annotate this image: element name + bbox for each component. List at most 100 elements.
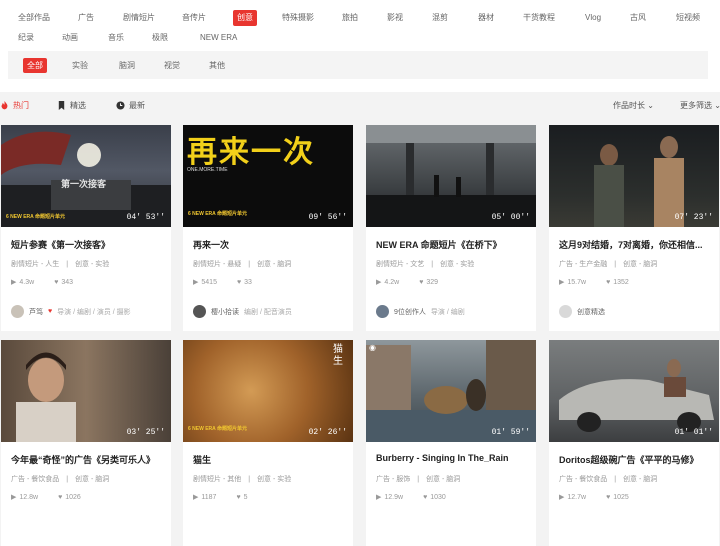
video-card[interactable]: 第一次接客 6 NEW ERA 命题短片单元 04' 53'' 短片参赛《第一次… <box>1 125 171 331</box>
category-music[interactable]: 音乐 <box>104 30 128 46</box>
video-author[interactable]: 创意精选 <box>559 305 719 318</box>
video-tags: 剧情短片 - 文艺 | 创意 - 实验 <box>376 261 475 268</box>
avatar[interactable] <box>11 305 24 318</box>
category-ancient[interactable]: 古风 <box>626 10 650 26</box>
more-filters-dropdown[interactable]: 更多筛选 ⌄ <box>680 100 720 111</box>
avatar[interactable] <box>376 305 389 318</box>
video-author[interactable]: 芦笃 ♥ 导演 / 编剧 / 演员 / 摄影 <box>11 305 171 318</box>
duration-dropdown[interactable]: 作品时长 ⌄ <box>613 100 654 111</box>
play-icon: ▶ <box>11 279 17 286</box>
avatar[interactable] <box>559 305 572 318</box>
video-card[interactable]: 05' 00'' NEW ERA 命题短片《在桥下》 剧情短片 - 文艺 | 创… <box>366 125 536 331</box>
play-icon: ▶ <box>376 279 382 286</box>
thumbnail-scene <box>594 136 684 227</box>
category-remix[interactable]: 混剪 <box>428 10 452 26</box>
video-card[interactable]: 再来一次 ONE.MORE.TIME 6 NEW ERA 命题短片单元 09' … <box>183 125 353 331</box>
video-duration: 07' 23'' <box>674 213 713 222</box>
video-stats: ▶ 15.7w ♥ 1352 <box>559 278 629 287</box>
category-film[interactable]: 影视 <box>383 10 407 26</box>
category-promo[interactable]: 音传片 <box>178 10 210 26</box>
subcategory-visual[interactable]: 视觉 <box>160 58 184 73</box>
video-author[interactable]: 9位创作人 导演 / 编剧 <box>376 305 536 318</box>
author-name[interactable]: 9位创作人 <box>394 307 426 317</box>
subcategory-other[interactable]: 其他 <box>205 58 229 73</box>
category-gear[interactable]: 器材 <box>474 10 498 26</box>
category-extreme[interactable]: 极限 <box>148 30 172 46</box>
video-title[interactable]: 再来一次 <box>193 238 348 251</box>
video-tags: 广告 - 生产金融 | 创意 - 脑洞 <box>559 261 658 268</box>
video-thumbnail[interactable]: 再来一次 ONE.MORE.TIME 6 NEW ERA 命题短片单元 09' … <box>183 125 353 227</box>
like-count: 1025 <box>613 493 629 501</box>
view-count: 1187 <box>201 493 217 501</box>
sort-bar: 热门 精选 最新 作品时长 ⌄ 更多筛选 ⌄ <box>0 96 720 118</box>
video-thumbnail[interactable]: 01' 01'' <box>549 340 719 442</box>
subcategory-brainstorm[interactable]: 脑洞 <box>115 58 139 73</box>
play-icon: ▶ <box>559 494 565 501</box>
category-documentary[interactable]: 纪录 <box>14 30 38 46</box>
avatar[interactable] <box>193 305 206 318</box>
video-stats: ▶ 5415 ♥ 33 <box>193 278 252 287</box>
video-card[interactable]: 03' 25'' 今年最“奇怪”的广告《另类可乐人》 广告 - 餐饮食品 | 创… <box>1 340 171 546</box>
author-name[interactable]: 创意精选 <box>577 307 605 317</box>
new-era-badge: 6 NEW ERA 命题短片单元 <box>188 211 247 217</box>
video-thumbnail[interactable]: ◉ 01' 59'' <box>366 340 536 442</box>
category-travel[interactable]: 旅拍 <box>338 10 362 26</box>
video-title[interactable]: NEW ERA 命题短片《在桥下》 <box>376 238 531 251</box>
chevron-down-icon: ⌄ <box>714 101 720 110</box>
video-duration: 01' 01'' <box>674 428 713 437</box>
category-new-era[interactable]: NEW ERA <box>196 30 241 46</box>
video-thumbnail[interactable]: 猫 生 6 NEW ERA 命题短片单元 02' 26'' <box>183 340 353 442</box>
video-card[interactable]: 07' 23'' 这月9对结婚，7对离婚，你还相信... 广告 - 生产金融 |… <box>549 125 719 331</box>
play-icon: ▶ <box>193 279 199 286</box>
video-stats: ▶ 12.8w ♥ 1026 <box>11 493 81 502</box>
video-title[interactable]: 这月9对结婚，7对离婚，你还相信... <box>559 238 714 251</box>
video-title[interactable]: 猫生 <box>193 453 348 466</box>
author-name[interactable]: 樱小拾读 <box>211 307 239 317</box>
bookmark-icon <box>58 101 65 110</box>
category-creative[interactable]: 创意 <box>233 10 257 26</box>
thumbnail-overlay-text: 第一次接客 <box>61 179 107 189</box>
sort-picked[interactable]: 精选 <box>57 100 86 111</box>
video-thumbnail[interactable]: 第一次接客 6 NEW ERA 命题短片单元 04' 53'' <box>1 125 171 227</box>
author-name[interactable]: 芦笃 <box>29 307 43 317</box>
video-duration: 01' 59'' <box>491 428 530 437</box>
video-thumbnail[interactable]: 05' 00'' <box>366 125 536 227</box>
video-title[interactable]: Doritos超级碗广告《平平的马修》 <box>559 453 714 466</box>
video-thumbnail[interactable]: 03' 25'' <box>1 340 171 442</box>
video-tags: 广告 - 餐饮食品 | 创意 - 脑洞 <box>11 476 110 483</box>
thumbnail-overlay-text: 再来一次 <box>187 136 315 169</box>
category-ad[interactable]: 广告 <box>74 10 98 26</box>
channel-logo-icon: ◉ <box>369 343 376 352</box>
author-roles: 导演 / 编剧 <box>430 308 465 316</box>
video-title[interactable]: Burberry - Singing In The_Rain <box>376 453 531 463</box>
filter-panel: 全部作品 广告 剧情短片 音传片 创意 特殊摄影 旅拍 影视 混剪 器材 干货教… <box>0 0 720 92</box>
chevron-down-icon: ⌄ <box>647 101 654 110</box>
sort-hot[interactable]: 热门 <box>0 100 29 111</box>
new-era-badge: 6 NEW ERA 命题短片单元 <box>6 214 65 220</box>
category-vlog[interactable]: Vlog <box>581 10 605 26</box>
duration-dropdown-label: 作品时长 <box>613 101 645 110</box>
video-title[interactable]: 今年最“奇怪”的广告《另类可乐人》 <box>11 453 166 466</box>
video-title[interactable]: 短片参赛《第一次接客》 <box>11 238 166 251</box>
sort-latest[interactable]: 最新 <box>116 100 145 111</box>
category-animation[interactable]: 动画 <box>58 30 82 46</box>
like-count: 1030 <box>430 493 446 501</box>
video-card[interactable]: 猫 生 6 NEW ERA 命题短片单元 02' 26'' 猫生 剧情短片 - … <box>183 340 353 546</box>
thumb-up-icon: ♥ <box>236 278 242 286</box>
category-all[interactable]: 全部作品 <box>14 10 54 26</box>
clock-icon <box>116 101 125 110</box>
subcategory-all[interactable]: 全部 <box>23 58 47 73</box>
sort-hot-label: 热门 <box>13 101 29 110</box>
video-author[interactable]: 樱小拾读 编剧 / 配音演员 <box>193 305 353 318</box>
subcategory-experiment[interactable]: 实验 <box>68 58 92 73</box>
category-special-photo[interactable]: 特殊摄影 <box>278 10 318 26</box>
category-tutorial[interactable]: 干货教程 <box>519 10 559 26</box>
video-stats: ▶ 12.9w ♥ 1030 <box>376 493 446 502</box>
thumb-up-icon: ♥ <box>419 278 424 286</box>
category-shortvideo[interactable]: 短视频 <box>672 10 704 26</box>
category-drama-short[interactable]: 剧情短片 <box>119 10 159 26</box>
video-thumbnail[interactable]: 07' 23'' <box>549 125 719 227</box>
video-tags: 剧情短片 - 人生 | 创意 - 实验 <box>11 261 110 268</box>
video-card[interactable]: 01' 01'' Doritos超级碗广告《平平的马修》 广告 - 餐饮食品 |… <box>549 340 719 546</box>
video-card[interactable]: ◉ 01' 59'' Burberry - Singing In The_Rai… <box>366 340 536 546</box>
